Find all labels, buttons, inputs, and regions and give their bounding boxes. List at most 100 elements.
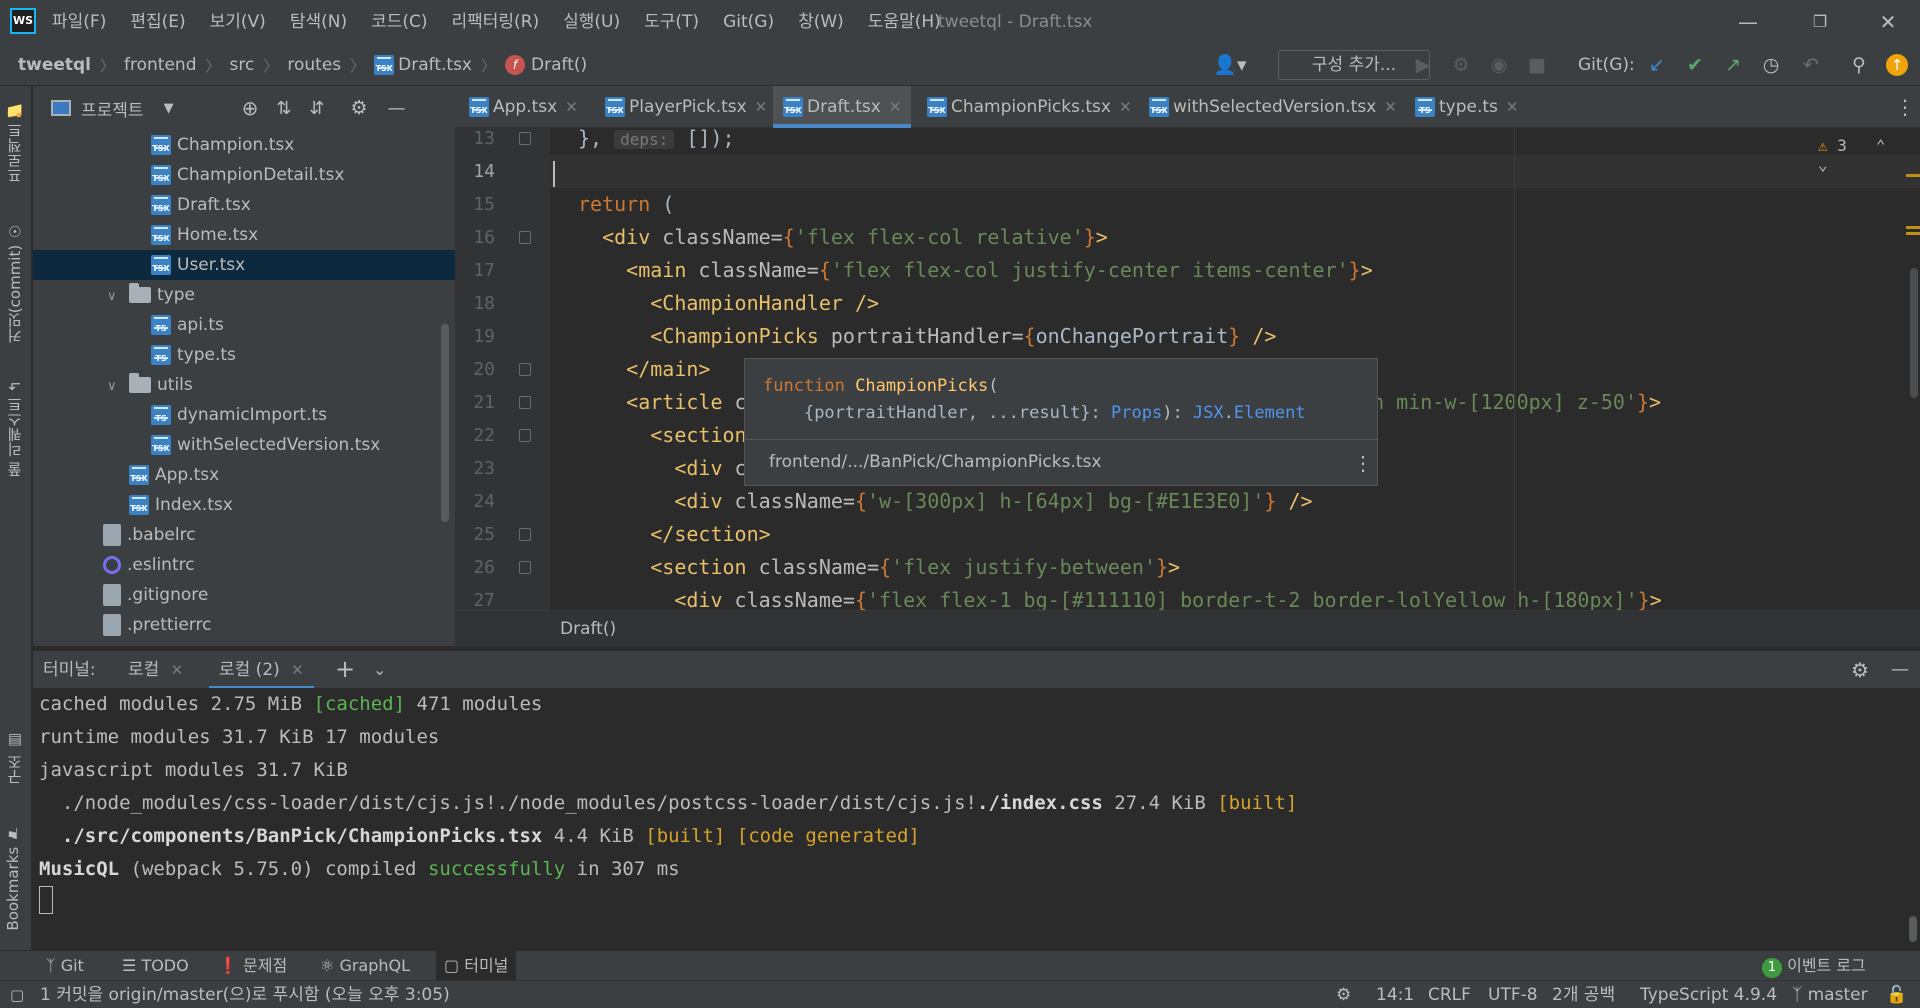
indent-setting[interactable]: 2개 공백: [1552, 981, 1615, 1008]
fold-marker-icon[interactable]: [519, 396, 531, 409]
error-stripe-mark[interactable]: [1906, 226, 1920, 229]
menu-navigate[interactable]: 탐색(N): [290, 0, 360, 44]
tool-tab-git[interactable]: ᛉ Git: [46, 951, 84, 981]
update-icon[interactable]: ↑: [1886, 54, 1908, 76]
close-tab-icon[interactable]: ✕: [1119, 98, 1132, 116]
add-configuration-button[interactable]: 구성 추가...: [1278, 50, 1430, 80]
rollback-icon[interactable]: ↶: [1798, 52, 1824, 78]
menu-edit[interactable]: 편집(E): [130, 0, 198, 44]
git-push-icon[interactable]: ↗: [1720, 52, 1746, 78]
tree-folder[interactable]: ∨ utils: [33, 370, 455, 400]
crumb-frontend[interactable]: frontend: [124, 55, 196, 75]
inspection-widget[interactable]: ⚠ 3 ⌃ ⌄: [1818, 136, 1920, 174]
close-tab-icon[interactable]: ✕: [171, 661, 184, 679]
tree-file[interactable]: TSX Champion.tsx: [33, 130, 455, 160]
tree-file[interactable]: TSX App.tsx: [33, 460, 455, 490]
gear-icon[interactable]: ⚙: [1851, 651, 1869, 689]
status-message[interactable]: 1 커밋을 origin/master(으)로 푸시함 (오늘 오후 3:05): [40, 981, 450, 1008]
debug-icon[interactable]: ⚙: [1448, 52, 1474, 78]
error-stripe-mark[interactable]: [1906, 174, 1920, 177]
collapse-all-icon[interactable]: ⇵: [309, 98, 324, 119]
expand-all-icon[interactable]: ⇅: [276, 98, 291, 119]
tree-file[interactable]: TSX Draft.tsx: [33, 190, 455, 220]
tab-type-ts[interactable]: TS type.ts ✕: [1415, 86, 1518, 128]
tool-tab-problems[interactable]: ❗ 문제점: [218, 951, 287, 981]
chevron-down-icon[interactable]: ∨: [107, 372, 121, 402]
close-icon[interactable]: ✕: [1858, 0, 1918, 44]
file-encoding[interactable]: UTF-8: [1488, 981, 1538, 1008]
new-terminal-icon[interactable]: +: [335, 651, 355, 689]
run-icon[interactable]: ▶: [1410, 52, 1436, 78]
tree-file[interactable]: .prettierrc: [33, 610, 455, 640]
minimize-icon[interactable]: —: [1718, 0, 1778, 44]
crumb-project[interactable]: tweetql: [18, 55, 91, 75]
chevron-down-icon[interactable]: ⌄: [373, 651, 386, 689]
menu-code[interactable]: 코드(C): [371, 0, 440, 44]
event-log-button[interactable]: 1 이벤트 로그: [1762, 951, 1866, 981]
tree-file[interactable]: .eslintrc: [33, 550, 455, 580]
fold-marker-icon[interactable]: [519, 132, 531, 145]
tree-file[interactable]: TSX withSelectedVersion.tsx: [33, 430, 455, 460]
tree-file[interactable]: TS dynamicImport.ts: [33, 400, 455, 430]
terminal-tab-local-2[interactable]: 로컬 (2) ✕: [209, 651, 314, 689]
menu-run[interactable]: 실행(U): [563, 0, 633, 44]
tree-folder[interactable]: ∨ type: [33, 280, 455, 310]
pull-requests-tool-tab[interactable]: 풀 리퀘스트 ↰: [4, 380, 25, 477]
menu-view[interactable]: 보기(V): [210, 0, 279, 44]
tree-scrollbar[interactable]: [441, 324, 449, 522]
tree-file[interactable]: .babelrc: [33, 520, 455, 550]
crumb-file[interactable]: Draft.tsx: [398, 55, 472, 75]
tree-file[interactable]: TSX Index.tsx: [33, 490, 455, 520]
project-panel-title[interactable]: 프로젝트: [81, 96, 144, 121]
menu-file[interactable]: 파일(F): [52, 0, 119, 44]
tool-tab-terminal[interactable]: ▢ 터미널: [436, 951, 517, 981]
close-tab-icon[interactable]: ✕: [1384, 98, 1397, 116]
close-tab-icon[interactable]: ✕: [565, 98, 578, 116]
chevron-down-icon[interactable]: ▼: [164, 101, 174, 116]
next-highlight-icon[interactable]: ⌄: [1818, 155, 1828, 174]
terminal-tab-local[interactable]: 로컬 ✕: [128, 651, 183, 689]
menu-refactor[interactable]: 리팩터링(R): [452, 0, 553, 44]
tree-file[interactable]: TSX ChampionDetail.tsx: [33, 160, 455, 190]
tool-tab-todo[interactable]: ☰ TODO: [122, 951, 189, 981]
tab-playerpick-tsx[interactable]: TSX PlayerPick.tsx ✕: [605, 86, 767, 128]
editor-breadcrumb[interactable]: Draft(): [455, 610, 1920, 647]
more-options-icon[interactable]: ⋮: [1353, 451, 1373, 475]
caret-position[interactable]: 14:1: [1376, 981, 1414, 1008]
previous-highlight-icon[interactable]: ⌃: [1876, 136, 1886, 155]
fold-marker-icon[interactable]: [519, 528, 531, 541]
tree-file[interactable]: TSX User.tsx: [33, 250, 455, 280]
fold-marker-icon[interactable]: [519, 429, 531, 442]
tree-file[interactable]: TS type.ts: [33, 340, 455, 370]
close-tab-icon[interactable]: ✕: [1506, 98, 1519, 116]
locate-icon[interactable]: ⊕: [242, 96, 259, 120]
definition-path[interactable]: frontend/.../BanPick/ChampionPicks.tsx: [745, 439, 1377, 485]
terminal-output[interactable]: cached modules 2.75 MiB [cached] 471 mod…: [33, 688, 1920, 950]
close-tab-icon[interactable]: ✕: [291, 661, 304, 679]
hide-icon[interactable]: —: [1891, 651, 1909, 689]
coverage-icon[interactable]: ◉: [1486, 52, 1512, 78]
fold-marker-icon[interactable]: [519, 363, 531, 376]
tab-withselectedversion-tsx[interactable]: TSX withSelectedVersion.tsx ✕: [1149, 86, 1397, 128]
more-tabs-icon[interactable]: ⋮: [1895, 86, 1915, 128]
history-icon[interactable]: ◷: [1758, 52, 1784, 78]
tree-file[interactable]: TSX Home.tsx: [33, 220, 455, 250]
error-stripe-mark[interactable]: [1906, 232, 1920, 235]
menu-git[interactable]: Git(G): [723, 0, 787, 44]
tab-draft-tsx[interactable]: TSX Draft.tsx ✕: [773, 86, 912, 128]
menu-tools[interactable]: 도구(T): [644, 0, 712, 44]
git-update-icon[interactable]: ↙: [1644, 52, 1670, 78]
close-tab-icon[interactable]: ✕: [889, 98, 902, 116]
git-branch[interactable]: ᛉ master: [1792, 981, 1868, 1008]
tree-file[interactable]: TS api.ts: [33, 310, 455, 340]
toggle-tool-windows-icon[interactable]: ▢: [10, 981, 24, 1008]
search-icon[interactable]: ⚲: [1846, 52, 1872, 78]
hide-icon[interactable]: —: [388, 98, 406, 119]
stop-icon[interactable]: ■: [1524, 52, 1550, 78]
structure-tool-tab[interactable]: 구조 ▤: [4, 732, 25, 785]
lock-icon[interactable]: 🔓: [1886, 981, 1907, 1008]
language-service[interactable]: TypeScript 4.9.4: [1640, 981, 1777, 1008]
crumb-routes[interactable]: routes: [287, 55, 341, 75]
terminal-scrollbar[interactable]: [1909, 916, 1917, 942]
editor-scrollbar[interactable]: [1910, 268, 1918, 398]
